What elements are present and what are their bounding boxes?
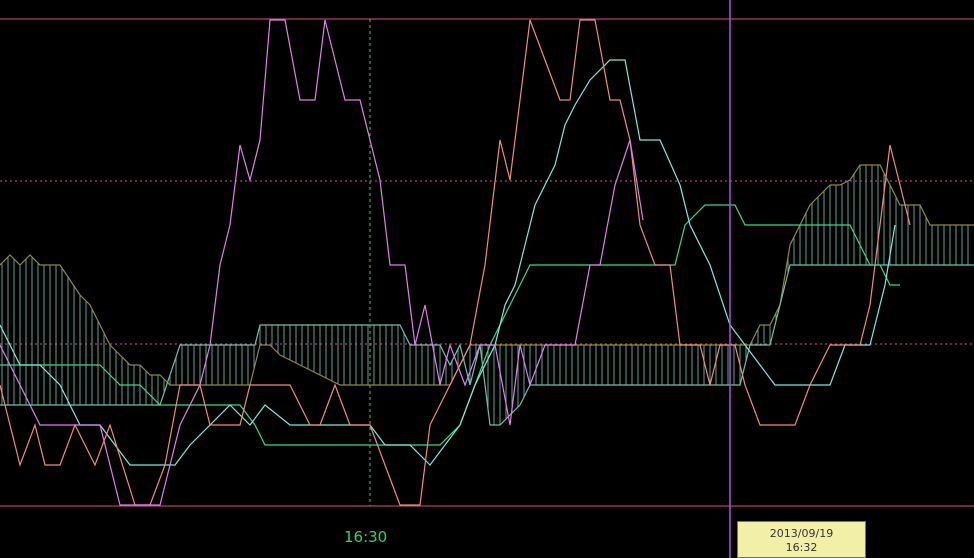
cursor-date: 2013/09/19 xyxy=(769,527,834,540)
x-tick-label: 16:30 xyxy=(344,528,388,546)
plot-background xyxy=(0,0,974,558)
cursor-tooltip: 2013/09/19 16:32 xyxy=(737,521,866,558)
ichimoku-chart xyxy=(0,0,974,558)
cursor-time: 16:32 xyxy=(785,541,818,554)
